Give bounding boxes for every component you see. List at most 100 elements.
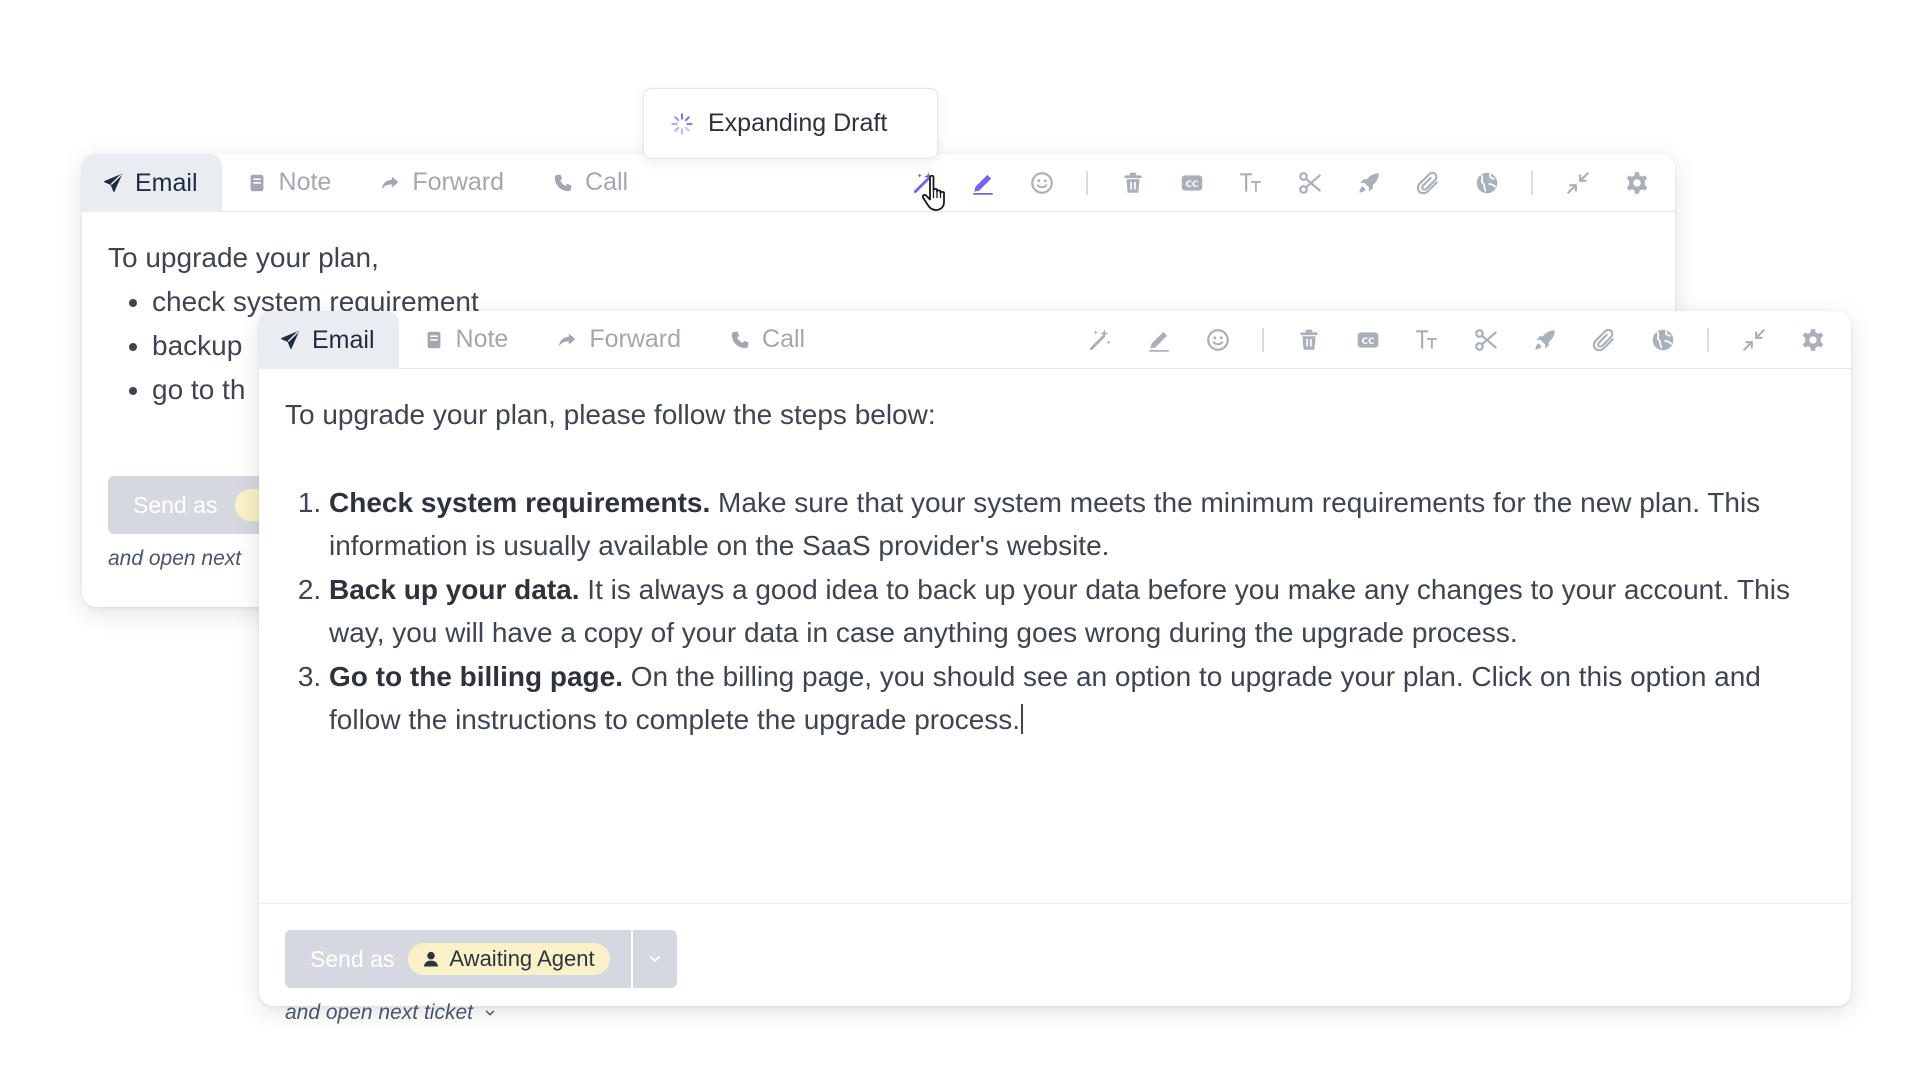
attach-button[interactable]: [1574, 327, 1633, 353]
tab-email[interactable]: Email: [259, 311, 399, 369]
gear-icon: [1624, 170, 1650, 196]
magic-wand-icon: [1087, 327, 1113, 353]
snippet-button[interactable]: [1456, 327, 1515, 353]
text-caret: [1021, 704, 1024, 734]
spinner-icon: [671, 112, 693, 135]
tab-note[interactable]: Note: [399, 311, 533, 368]
rewrite-button[interactable]: [1129, 327, 1188, 353]
text-size-icon: [1414, 327, 1440, 353]
draft-intro: To upgrade your plan, please follow the …: [285, 399, 936, 430]
tab-label: Forward: [589, 325, 682, 353]
tab-forward[interactable]: Forward: [532, 311, 705, 368]
snippet-button[interactable]: [1280, 170, 1339, 196]
tab-label: Email: [135, 168, 198, 197]
attach-icon: [1591, 327, 1617, 353]
collapse-icon: [1741, 327, 1767, 353]
cc-button[interactable]: [1162, 170, 1221, 196]
pencil-icon: [1146, 327, 1172, 353]
collapse-icon: [1565, 170, 1591, 196]
draft-steps: Check system requirements. Make sure tha…: [285, 481, 1825, 742]
scissors-icon: [1297, 170, 1323, 196]
send-button[interactable]: Send as Awaiting Agent: [285, 930, 631, 988]
collapse-button[interactable]: [1548, 170, 1607, 196]
draft-intro: To upgrade your plan,: [108, 242, 379, 273]
cc-icon: [1355, 327, 1381, 353]
toolbar-divider: [1086, 170, 1088, 195]
macro-button[interactable]: [1515, 327, 1574, 353]
collapse-button[interactable]: [1724, 327, 1783, 353]
channel-tabs: Email Note Forward Call: [82, 154, 652, 212]
magic-wand-button[interactable]: [1070, 327, 1129, 353]
attach-icon: [1415, 170, 1441, 196]
send-icon: [102, 172, 124, 194]
delete-button[interactable]: [1279, 327, 1338, 353]
chevron-down-icon: [483, 1006, 497, 1020]
forward-icon: [379, 172, 401, 194]
phone-icon: [552, 172, 574, 194]
trash-icon: [1296, 327, 1322, 353]
tab-email[interactable]: Email: [82, 154, 222, 212]
text-format-button[interactable]: [1221, 170, 1280, 196]
toolbar-divider: [1262, 327, 1264, 352]
cc-icon: [1179, 170, 1205, 196]
open-next-label: and open next ticket: [285, 1001, 473, 1024]
tab-label: Forward: [412, 168, 505, 196]
composer-toolbar: Email Note Forward Call: [259, 311, 1851, 369]
globe-icon: [1650, 327, 1676, 353]
globe-icon: [1474, 170, 1500, 196]
settings-button[interactable]: [1607, 170, 1666, 196]
rocket-icon: [1356, 170, 1382, 196]
rocket-icon: [1532, 327, 1558, 353]
attach-button[interactable]: [1398, 170, 1457, 196]
send-group: Send as Awaiting Agent: [285, 930, 677, 988]
send-options-dropdown[interactable]: [630, 930, 677, 988]
composer-toolbar: Email Note Forward Call: [82, 154, 1675, 212]
trash-icon: [1120, 170, 1146, 196]
tab-note[interactable]: Note: [222, 154, 356, 211]
emoji-button[interactable]: [1188, 327, 1247, 353]
tab-label: Call: [585, 168, 629, 196]
macro-button[interactable]: [1339, 170, 1398, 196]
delete-button[interactable]: [1103, 170, 1162, 196]
emoji-icon: [1029, 170, 1055, 196]
tooltip-label: Expanding Draft: [708, 109, 888, 137]
phone-icon: [729, 329, 751, 351]
rewrite-button[interactable]: [953, 170, 1012, 196]
list-item: Go to the billing page. On the billing p…: [329, 655, 1825, 742]
expanding-draft-tooltip: Expanding Draft: [643, 88, 938, 159]
list-item: Check system requirements. Make sure tha…: [329, 481, 1825, 568]
editor-tools: [1070, 311, 1842, 368]
send-label: Send as: [310, 945, 395, 972]
step-title: Back up your data.: [329, 573, 580, 605]
tab-call[interactable]: Call: [705, 311, 829, 368]
cc-button[interactable]: [1338, 327, 1397, 353]
editor-tools: [894, 154, 1666, 211]
forward-icon: [556, 329, 578, 351]
note-icon: [423, 329, 445, 351]
settings-button[interactable]: [1783, 327, 1842, 353]
gear-icon: [1800, 327, 1826, 353]
text-format-button[interactable]: [1397, 327, 1456, 353]
tab-label: Call: [762, 325, 806, 353]
tab-label: Note: [278, 168, 332, 196]
scissors-icon: [1473, 327, 1499, 353]
chevron-down-icon: [647, 951, 663, 967]
pencil-icon: [970, 170, 996, 196]
hand-cursor-icon: [921, 174, 945, 211]
tab-forward[interactable]: Forward: [355, 154, 528, 211]
emoji-icon: [1205, 327, 1231, 353]
tab-call[interactable]: Call: [528, 154, 652, 211]
tab-label: Email: [312, 325, 375, 354]
emoji-button[interactable]: [1012, 170, 1071, 196]
draft-editor[interactable]: To upgrade your plan, please follow the …: [259, 369, 1851, 904]
status-badge: Awaiting Agent: [408, 943, 610, 975]
step-title: Go to the billing page.: [329, 660, 623, 692]
translate-button[interactable]: [1457, 170, 1516, 196]
send-icon: [279, 329, 301, 351]
front-composer: Email Note Forward Call To upgrade your …: [259, 311, 1851, 1024]
open-next-toggle[interactable]: and open next ticket: [285, 1001, 1825, 1025]
status-label: Awaiting Agent: [449, 946, 595, 971]
translate-button[interactable]: [1633, 327, 1692, 353]
composer-footer: Send as Awaiting Agent and open next tic…: [259, 904, 1851, 1025]
step-title: Check system requirements.: [329, 486, 711, 518]
